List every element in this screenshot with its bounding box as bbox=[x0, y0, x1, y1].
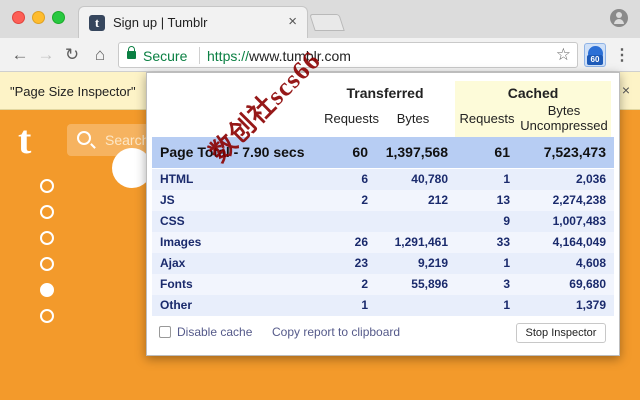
stop-inspector-button[interactable]: Stop Inspector bbox=[516, 323, 606, 343]
row-cached-bytes: 1,379 bbox=[575, 298, 606, 312]
forward-arrow-icon[interactable]: → bbox=[36, 45, 56, 65]
row-cached-bytes: 2,274,238 bbox=[552, 193, 606, 207]
page-size-inspector-extension-button[interactable]: 60 bbox=[584, 43, 606, 67]
tumblr-logo[interactable]: t bbox=[18, 120, 31, 160]
row-bytes: 9,219 bbox=[417, 256, 448, 270]
row-requests: 6 bbox=[361, 172, 368, 186]
search-icon bbox=[77, 131, 91, 145]
row-bytes: 55,896 bbox=[411, 277, 448, 291]
row-cached-requests: 13 bbox=[496, 193, 510, 207]
table-row: Fonts 2 55,896 3 69,680 bbox=[152, 274, 614, 295]
browser-tab[interactable]: t Sign up | Tumblr × bbox=[78, 6, 308, 38]
row-cached-bytes: 4,164,049 bbox=[552, 235, 606, 249]
row-cached-bytes: 2,036 bbox=[575, 172, 606, 186]
carousel-dot[interactable] bbox=[40, 179, 54, 193]
infobar-close-icon[interactable]: × bbox=[622, 82, 630, 98]
row-requests: 23 bbox=[354, 256, 368, 270]
total-cached-bytes: 7,523,473 bbox=[543, 144, 606, 160]
carousel-dot[interactable] bbox=[40, 283, 54, 297]
disable-cache-label[interactable]: Disable cache bbox=[177, 325, 252, 339]
reload-icon[interactable]: ↻ bbox=[62, 45, 82, 65]
carousel-dot[interactable] bbox=[40, 231, 54, 245]
window-minimize-button[interactable] bbox=[32, 11, 45, 24]
table-row: Images 26 1,291,461 33 4,164,049 bbox=[152, 232, 614, 253]
row-requests: 2 bbox=[361, 277, 368, 291]
row-bytes: 1,291,461 bbox=[394, 235, 448, 249]
row-cached-bytes: 69,680 bbox=[569, 277, 606, 291]
requests-column-header: Requests bbox=[324, 111, 379, 126]
carousel-dot[interactable] bbox=[40, 257, 54, 271]
window-close-button[interactable] bbox=[12, 11, 25, 24]
row-label: JS bbox=[160, 193, 175, 207]
row-cached-requests: 1 bbox=[503, 172, 510, 186]
cached-bytes-column-header: Bytes Uncompressed bbox=[520, 103, 608, 133]
bookmark-star-icon[interactable]: ☆ bbox=[556, 45, 571, 65]
row-cached-requests: 9 bbox=[503, 214, 510, 228]
home-icon[interactable]: ⌂ bbox=[90, 45, 110, 65]
window-titlebar: t Sign up | Tumblr × bbox=[0, 0, 640, 38]
row-bytes: 212 bbox=[427, 193, 448, 207]
total-cached-requests: 61 bbox=[494, 144, 510, 160]
transferred-group-header: Transferred bbox=[346, 85, 424, 101]
row-cached-requests: 33 bbox=[496, 235, 510, 249]
disable-cache-checkbox[interactable] bbox=[159, 326, 171, 338]
cached-requests-column-header: Requests bbox=[459, 111, 515, 126]
profile-icon[interactable] bbox=[610, 9, 628, 27]
row-label: Images bbox=[160, 235, 202, 249]
infobar-text: "Page Size Inspector" bbox=[10, 84, 136, 99]
table-row: HTML 6 40,780 1 2,036 bbox=[152, 169, 614, 190]
window-maximize-button[interactable] bbox=[52, 11, 65, 24]
total-bytes: 1,397,568 bbox=[385, 144, 448, 160]
row-label: Fonts bbox=[160, 277, 193, 291]
secure-label[interactable]: Secure bbox=[143, 48, 187, 64]
row-cached-requests: 1 bbox=[503, 256, 510, 270]
new-tab-button[interactable] bbox=[309, 14, 345, 31]
table-row: CSS 9 1,007,483 bbox=[152, 211, 614, 232]
row-label: Ajax bbox=[160, 256, 186, 270]
omnibox-divider bbox=[199, 47, 200, 64]
lock-icon[interactable] bbox=[127, 46, 136, 59]
carousel-dot[interactable] bbox=[40, 309, 54, 323]
tab-close-icon[interactable]: × bbox=[288, 13, 297, 30]
row-requests: 2 bbox=[361, 193, 368, 207]
tumblr-favicon-icon: t bbox=[89, 15, 105, 31]
row-bytes: 40,780 bbox=[411, 172, 448, 186]
url-scheme: https:// bbox=[207, 48, 250, 64]
row-label: Other bbox=[160, 298, 193, 312]
table-row: Ajax 23 9,219 1 4,608 bbox=[152, 253, 614, 274]
tab-title: Sign up | Tumblr bbox=[113, 15, 208, 30]
row-cached-bytes: 4,608 bbox=[575, 256, 606, 270]
row-cached-bytes: 1,007,483 bbox=[552, 214, 606, 228]
cached-group-header: Cached bbox=[507, 85, 559, 101]
row-cached-requests: 1 bbox=[503, 298, 510, 312]
copy-report-link[interactable]: Copy report to clipboard bbox=[272, 325, 400, 339]
row-requests: 1 bbox=[361, 298, 368, 312]
back-arrow-icon[interactable]: ← bbox=[10, 45, 30, 65]
bytes-column-header: Bytes bbox=[396, 111, 430, 126]
row-label: CSS bbox=[160, 214, 185, 228]
carousel-dot[interactable] bbox=[40, 205, 54, 219]
url-text[interactable]: https://www.tumblr.com bbox=[207, 48, 351, 64]
row-cached-requests: 3 bbox=[503, 277, 510, 291]
extension-badge: 60 bbox=[587, 55, 603, 65]
total-requests: 60 bbox=[352, 144, 368, 160]
browser-menu-icon[interactable]: ⋮ bbox=[614, 45, 630, 65]
page-size-inspector-popup: Transferred Cached Requests Bytes Reques… bbox=[146, 72, 620, 356]
search-placeholder: Search bbox=[105, 132, 150, 148]
row-label: HTML bbox=[160, 172, 194, 186]
table-row: JS 2 212 13 2,274,238 bbox=[152, 190, 614, 211]
row-requests: 26 bbox=[354, 235, 368, 249]
table-row: Other 1 1 1,379 bbox=[152, 295, 614, 316]
address-bar[interactable]: Secure https://www.tumblr.com ☆ bbox=[118, 42, 578, 68]
